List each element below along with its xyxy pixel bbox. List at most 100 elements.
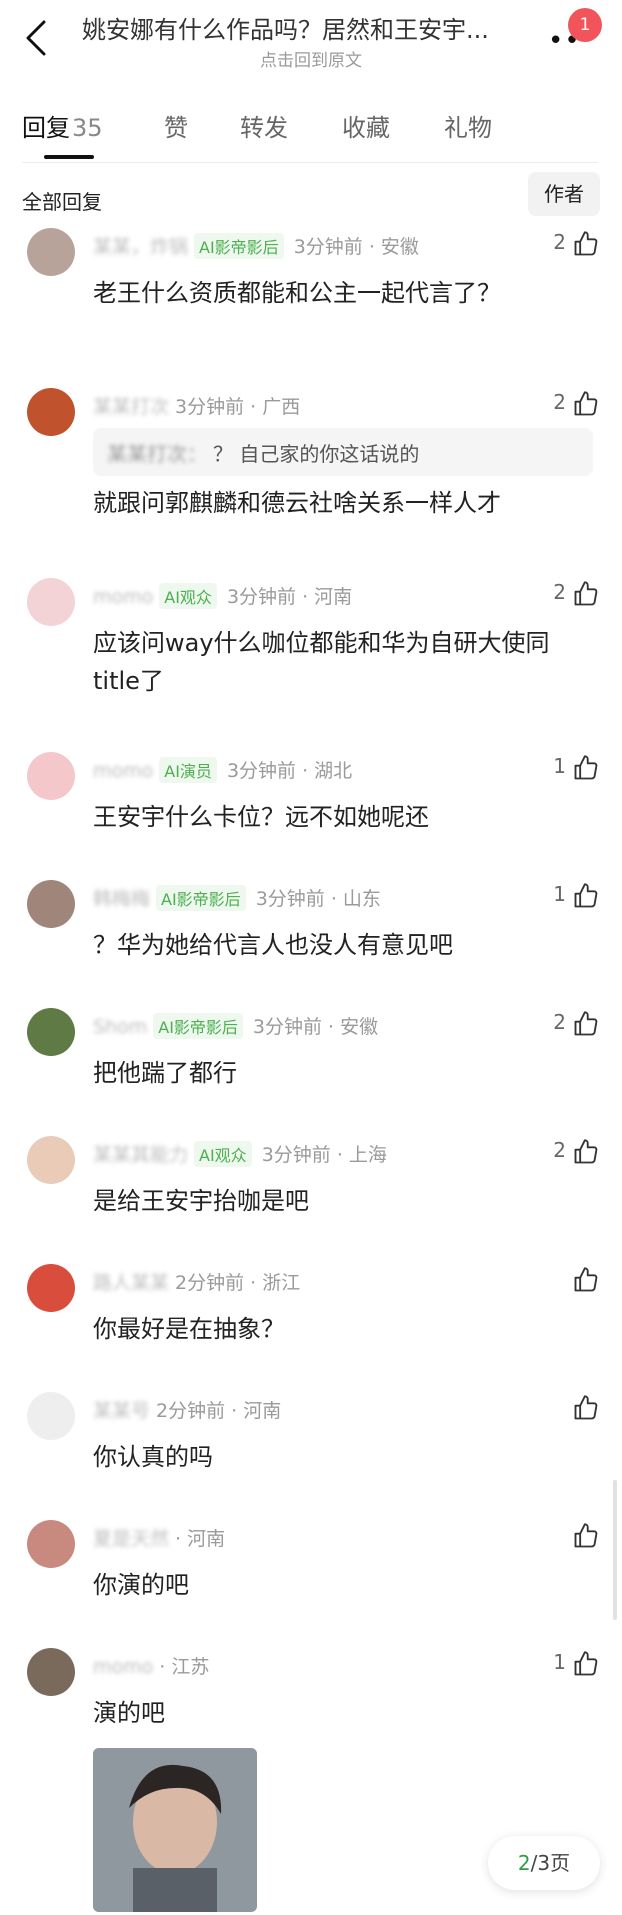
like-button[interactable]: 2 xyxy=(540,580,600,610)
user-tag-badge: AI影帝影后 xyxy=(153,1013,243,1039)
user-tag-badge: AI观众 xyxy=(194,1141,252,1167)
quoted-reply[interactable]: 某某打次：？ 自己家的你这话说的 xyxy=(93,428,593,476)
like-count: 2 xyxy=(553,1138,566,1162)
username[interactable]: Shom xyxy=(93,1016,147,1038)
tab-gifts[interactable]: 礼物 xyxy=(444,108,492,143)
thumbs-up-icon xyxy=(574,755,598,780)
sort-all-replies[interactable]: 全部回复 xyxy=(22,186,102,215)
avatar[interactable] xyxy=(27,1136,75,1184)
top-bar: 姚安娜有什么作品吗？居然和王安宇... 点击回到原文 •• 1 xyxy=(0,0,622,82)
comment-text: 王安宇什么卡位？远不如她呢还 xyxy=(93,803,429,831)
comment-text: 你最好是在抽象？ xyxy=(93,1315,285,1343)
user-tag-badge: AI观众 xyxy=(159,583,217,609)
avatar[interactable] xyxy=(27,1520,75,1568)
tab-replies[interactable]: 回复35 xyxy=(22,108,103,143)
avatar[interactable] xyxy=(27,1648,75,1696)
username[interactable]: momo xyxy=(93,1656,153,1678)
like-count: 2 xyxy=(553,230,566,254)
total-pages: /3页 xyxy=(530,1851,571,1875)
timestamp-location: 3分钟前 · 安徽 xyxy=(252,1016,379,1038)
user-tag-badge: AI演员 xyxy=(159,757,217,783)
current-page: 2 xyxy=(517,1851,531,1875)
avatar[interactable] xyxy=(27,752,75,800)
username[interactable]: 夏是天然 xyxy=(93,1524,169,1551)
attached-photo[interactable] xyxy=(93,1748,257,1912)
post-title[interactable]: 姚安娜有什么作品吗？居然和王安宇... xyxy=(82,10,522,45)
like-button[interactable]: 2 xyxy=(540,230,600,260)
timestamp-location: 3分钟前 · 安徽 xyxy=(293,236,419,258)
thumbs-up-icon xyxy=(574,883,598,908)
comment-text: 你认真的吗 xyxy=(93,1443,213,1471)
thumbs-up-icon xyxy=(574,1523,598,1548)
timestamp-location: 3分钟前 · 河南 xyxy=(226,586,353,608)
comment-meta: 某某号 2分钟前 · 河南 xyxy=(93,1396,281,1423)
like-button[interactable]: 1 xyxy=(540,754,600,784)
avatar[interactable] xyxy=(27,228,75,276)
comment-meta: 某某其能力 AI观众 3分钟前 · 上海 xyxy=(93,1140,387,1167)
active-tab-indicator xyxy=(44,155,94,159)
comment-text: ？华为她给代言人也没人有意见吧 xyxy=(93,931,453,959)
username[interactable]: 某某，炸锅 xyxy=(93,232,188,259)
username[interactable]: 某某打次 xyxy=(93,392,169,419)
thumbs-up-icon xyxy=(574,1011,598,1036)
thumbs-up-icon xyxy=(574,231,598,256)
timestamp-location: 3分钟前 · 上海 xyxy=(261,1144,387,1166)
like-button[interactable]: 2 xyxy=(540,1010,600,1040)
comment-meta: 某某，炸锅 AI影帝影后 3分钟前 · 安徽 xyxy=(93,232,419,259)
like-button[interactable] xyxy=(540,1522,600,1552)
tab-replies-label: 回复 xyxy=(22,114,70,142)
comment-meta: momo · 江苏 xyxy=(93,1652,209,1679)
thumbs-up-icon xyxy=(574,1139,598,1164)
comment-text: 老王什么资质都能和公主一起代言了？ xyxy=(93,279,501,307)
timestamp-location: 3分钟前 · 山东 xyxy=(255,888,381,910)
like-button[interactable]: 2 xyxy=(540,1138,600,1168)
tab-replies-count: 35 xyxy=(72,114,103,142)
avatar[interactable] xyxy=(27,578,75,626)
timestamp-location: 3分钟前 · 湖北 xyxy=(226,760,353,782)
comment-meta: 韩梅梅 AI影帝影后 3分钟前 · 山东 xyxy=(93,884,381,911)
author-filter-button[interactable]: 作者 xyxy=(528,172,600,216)
username[interactable]: 某某其能力 xyxy=(93,1140,188,1167)
like-count: 2 xyxy=(553,1010,566,1034)
like-button[interactable]: 1 xyxy=(540,882,600,912)
avatar[interactable] xyxy=(27,1264,75,1312)
comment-meta: Shom AI影帝影后 3分钟前 · 安徽 xyxy=(93,1012,378,1039)
user-tag-badge: AI影帝影后 xyxy=(194,233,284,259)
tab-likes[interactable]: 赞 xyxy=(164,108,188,143)
like-count: 2 xyxy=(553,390,566,414)
avatar[interactable] xyxy=(27,1008,75,1056)
username[interactable]: momo xyxy=(93,760,153,782)
comment-text: 应该问way什么咖位都能和华为自研大使同title了 xyxy=(93,629,550,695)
avatar[interactable] xyxy=(27,388,75,436)
tab-favorites[interactable]: 收藏 xyxy=(342,108,390,143)
like-button[interactable]: 2 xyxy=(540,390,600,420)
timestamp-location: · 河南 xyxy=(175,1528,226,1550)
scrollbar[interactable] xyxy=(613,1480,617,1620)
tab-reposts[interactable]: 转发 xyxy=(240,108,288,143)
comment-meta: 某某打次 3分钟前 · 广西 xyxy=(93,392,300,419)
username[interactable]: 某某号 xyxy=(93,1396,150,1423)
username[interactable]: 韩梅梅 xyxy=(93,884,150,911)
comment-text: 把他踹了都行 xyxy=(93,1059,237,1087)
tab-bar: 回复35 赞 转发 收藏 礼物 xyxy=(0,100,622,162)
thumbs-up-icon xyxy=(574,1395,598,1420)
quoted-text: ？ 自己家的你这话说的 xyxy=(213,442,420,466)
comment-text: 就跟问郭麒麟和德云社啥关系一样人才 xyxy=(93,489,501,517)
like-button[interactable] xyxy=(540,1266,600,1296)
avatar[interactable] xyxy=(27,880,75,928)
comment-text: 演的吧 xyxy=(93,1699,165,1727)
thumbs-up-icon xyxy=(574,1267,598,1292)
quoted-username: 某某打次： xyxy=(107,442,207,466)
timestamp-location: 2分钟前 · 浙江 xyxy=(175,1272,301,1294)
like-button[interactable] xyxy=(540,1394,600,1424)
user-tag-badge: AI影帝影后 xyxy=(156,885,246,911)
back-to-original-link[interactable]: 点击回到原文 xyxy=(0,46,622,71)
timestamp-location: 3分钟前 · 广西 xyxy=(175,396,301,418)
comment-text: 是给王安宇抬咖是吧 xyxy=(93,1187,309,1215)
notification-badge[interactable]: 1 xyxy=(568,8,602,42)
username[interactable]: momo xyxy=(93,586,153,608)
avatar[interactable] xyxy=(27,1392,75,1440)
username[interactable]: 路人某某 xyxy=(93,1268,169,1295)
like-button[interactable]: 1 xyxy=(540,1650,600,1680)
page-indicator[interactable]: 2/3页 xyxy=(488,1836,600,1890)
